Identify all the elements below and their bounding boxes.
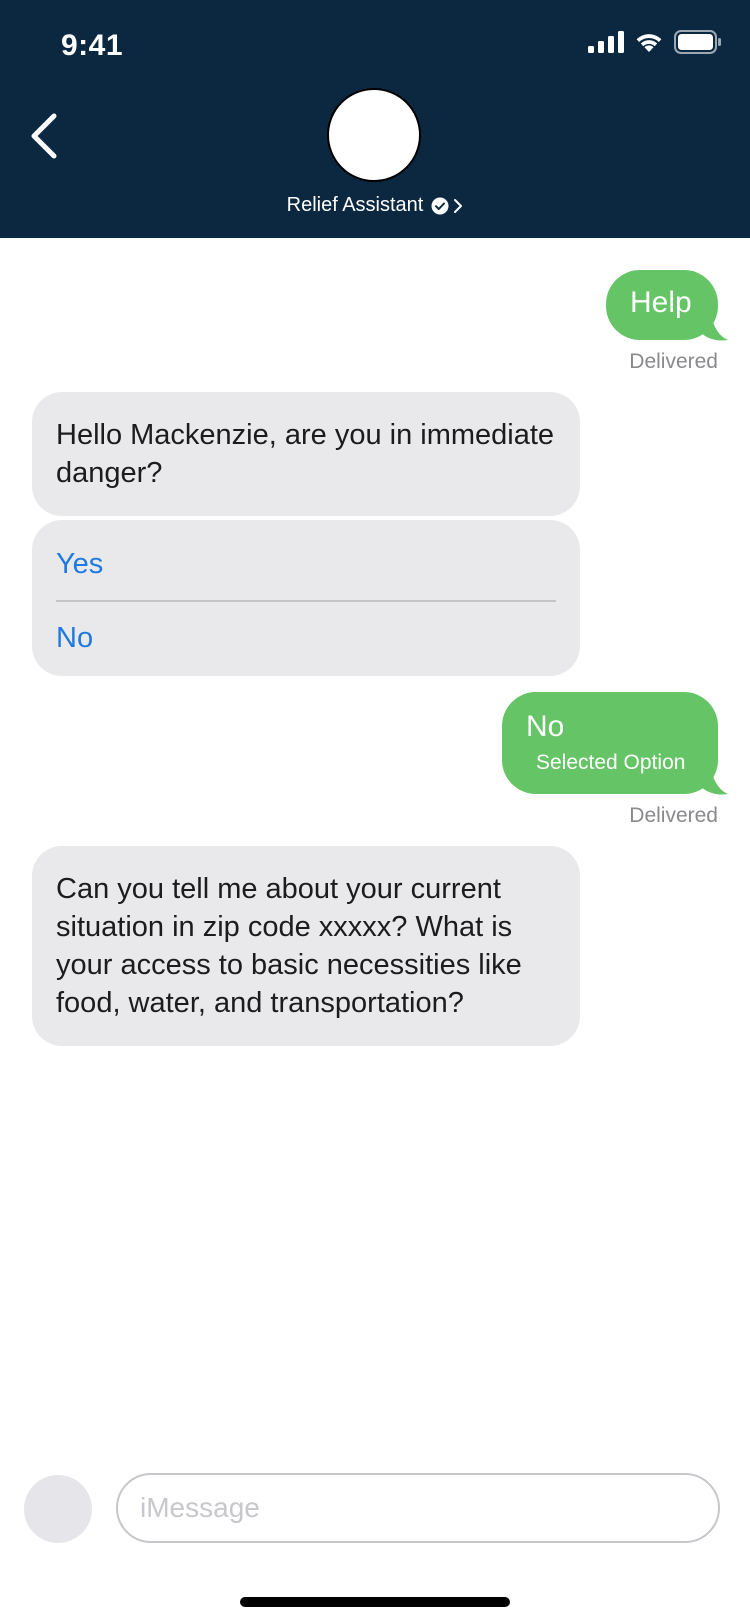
message-text: No xyxy=(526,710,565,743)
contact-avatar[interactable] xyxy=(327,88,421,182)
incoming-message-bubble[interactable]: Hello Mackenzie, are you in immediate da… xyxy=(32,392,580,516)
message-input-placeholder: iMessage xyxy=(140,1492,260,1523)
message-text: Help xyxy=(630,286,692,319)
incoming-message-bubble[interactable]: Can you tell me about your current situa… xyxy=(32,846,580,1046)
contact-name-row[interactable]: Relief Assistant xyxy=(0,194,750,217)
chat-header: 9:41 Relief Assistant xyxy=(0,0,750,238)
home-indicator[interactable] xyxy=(240,1597,510,1607)
status-icons xyxy=(588,30,722,54)
back-button[interactable] xyxy=(26,108,66,164)
apps-button[interactable] xyxy=(24,1475,92,1543)
chevron-right-icon xyxy=(454,198,463,213)
quick-reply-options: Yes No xyxy=(32,520,580,676)
delivery-status: Delivered xyxy=(629,804,718,827)
message-text: Can you tell me about your current situa… xyxy=(56,873,522,1019)
bubble-tail xyxy=(700,764,728,795)
option-no[interactable]: No xyxy=(56,602,556,674)
wifi-icon xyxy=(636,34,662,52)
option-yes[interactable]: Yes xyxy=(56,532,556,596)
contact-name: Relief Assistant xyxy=(286,194,424,216)
delivery-status: Delivered xyxy=(629,350,718,373)
message-subtext: Selected Option xyxy=(536,751,686,774)
outgoing-message-bubble[interactable]: No Selected Option xyxy=(502,692,718,794)
status-time: 9:41 xyxy=(61,29,124,62)
bubble-tail xyxy=(700,310,728,341)
message-input[interactable]: iMessage xyxy=(116,1473,720,1543)
message-text: Hello Mackenzie, are you in immediate da… xyxy=(56,419,555,489)
chevron-left-icon xyxy=(31,113,57,159)
signal-icon xyxy=(588,31,624,53)
battery-icon xyxy=(674,30,721,54)
verified-check-icon xyxy=(431,197,449,214)
